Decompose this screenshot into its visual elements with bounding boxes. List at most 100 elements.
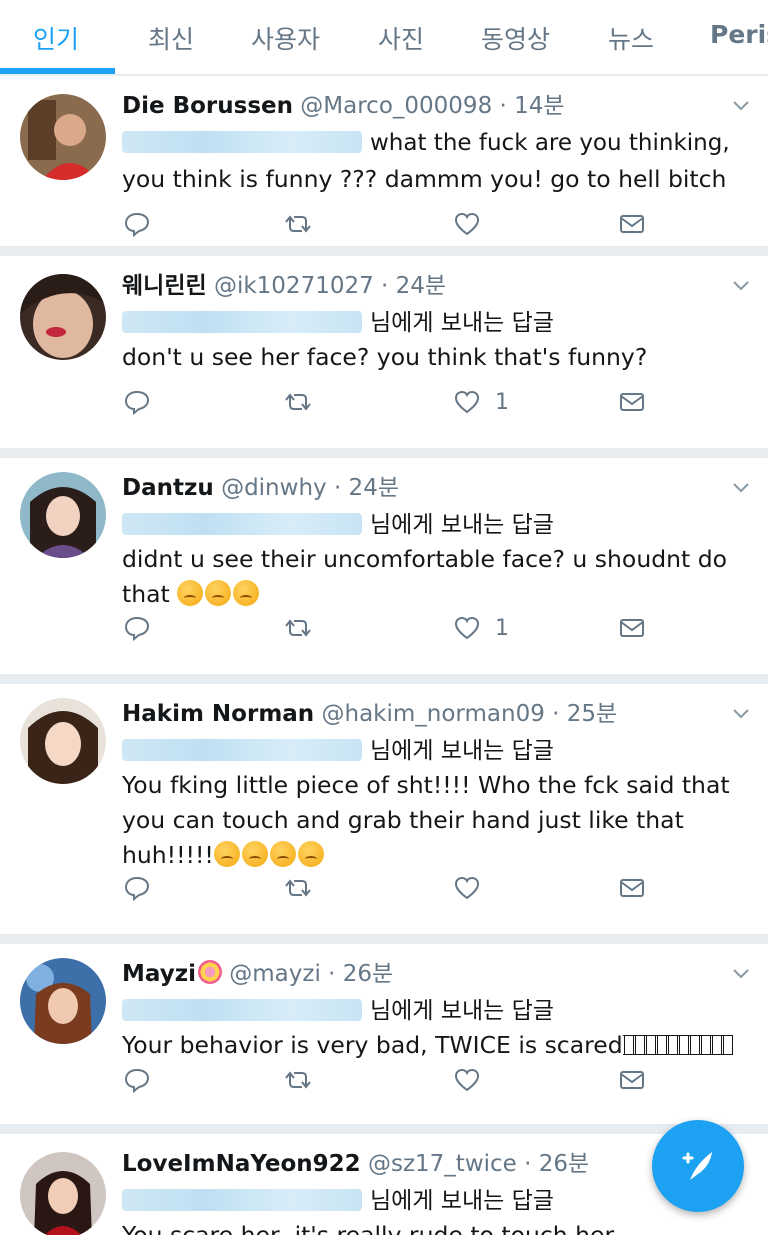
like-icon [454, 390, 480, 414]
retweet-icon [285, 879, 311, 897]
like-button[interactable] [453, 1062, 495, 1098]
tweet-actions [0, 206, 768, 242]
like-button[interactable]: 1 [453, 384, 509, 420]
display-name[interactable]: Dantzu [122, 475, 214, 501]
avatar[interactable] [20, 698, 106, 784]
display-name[interactable]: Hakim Norman [122, 701, 314, 727]
tweet[interactable]: Mayzi @mayzi · 26분 님에게 보내는 답글 Your behav… [0, 944, 768, 1134]
like-button[interactable]: 1 [453, 610, 509, 646]
tweet-text: don't u see her face? you think that's f… [122, 343, 648, 371]
like-count: 1 [495, 389, 509, 415]
retweet-icon [285, 215, 311, 233]
tweet[interactable]: Dantzu @dinwhy · 24분 님에게 보내는 답글 didnt u … [0, 458, 768, 684]
reply-button[interactable] [123, 1062, 151, 1098]
like-icon [454, 616, 480, 640]
chevron-down-icon[interactable] [730, 962, 752, 984]
tweet-actions [0, 1062, 768, 1098]
direct-message-icon [620, 393, 644, 411]
retweet-icon [285, 393, 311, 411]
retweet-icon [285, 1071, 311, 1089]
reply-to-line: 님에게 보내는 답글 [122, 508, 554, 542]
like-count: 1 [495, 615, 509, 641]
like-button[interactable] [453, 206, 495, 242]
lollipop-emoji [197, 960, 222, 984]
chevron-down-icon[interactable] [730, 94, 752, 116]
direct-message-button[interactable] [618, 610, 646, 646]
direct-message-icon [620, 619, 644, 637]
like-button[interactable] [453, 870, 495, 906]
reply-button[interactable] [123, 870, 151, 906]
display-name[interactable]: Die Borussen [122, 93, 293, 119]
tweet-text: You fking little piece of sht!!!! Who th… [122, 768, 752, 877]
direct-message-button[interactable] [618, 1062, 646, 1098]
tweet-text: You scare her, it's really rude to touch… [122, 1221, 615, 1235]
avatar[interactable] [20, 1152, 106, 1235]
like-icon [454, 212, 480, 236]
blurred-username [122, 131, 362, 153]
tweet[interactable]: 웨니린린 @ik10271027 · 24분 님에게 보내는 답글 don't … [0, 256, 768, 458]
reply-icon [124, 876, 150, 902]
reply-button[interactable] [123, 384, 151, 420]
direct-message-icon [620, 215, 644, 233]
tab-periscope[interactable]: Peris [710, 20, 768, 49]
reply-button[interactable] [123, 610, 151, 646]
tweet-header: Mayzi @mayzi · 26분 [122, 958, 393, 990]
compose-tweet-button[interactable] [652, 1120, 744, 1212]
tab-news[interactable]: 뉴스 [608, 20, 654, 56]
blurred-username [122, 999, 362, 1021]
active-tab-indicator [0, 68, 115, 74]
avatar[interactable] [20, 958, 106, 1044]
tab-popular[interactable]: 인기 [33, 20, 79, 56]
reply-to-line: 님에게 보내는 답글 [122, 994, 554, 1028]
unrendered-emoji-boxes [622, 1035, 733, 1055]
handle-time: @mayzi · 26분 [229, 961, 394, 987]
chevron-down-icon[interactable] [730, 476, 752, 498]
tweet[interactable]: Hakim Norman @hakim_norman09 · 25분 님에게 보… [0, 684, 768, 944]
tweet-text: didnt u see their uncomfortable face? u … [122, 542, 752, 616]
handle-time: @sz17_twice · 26분 [367, 1151, 590, 1177]
avatar[interactable] [20, 94, 106, 180]
tweet[interactable]: Die Borussen @Marco_000098 · 14분 what th… [0, 76, 768, 256]
tab-photos[interactable]: 사진 [378, 20, 424, 56]
blurred-username [122, 513, 362, 535]
blurred-username [122, 311, 362, 333]
tweet-actions: 1 [0, 384, 768, 420]
tab-people[interactable]: 사용자 [251, 20, 320, 56]
handle-time: @Marco_000098 · 14분 [300, 93, 565, 119]
avatar[interactable] [20, 274, 106, 360]
tab-videos[interactable]: 동영상 [481, 20, 550, 56]
direct-message-button[interactable] [618, 384, 646, 420]
retweet-button[interactable] [284, 870, 312, 906]
direct-message-button[interactable] [618, 206, 646, 242]
handle-time: @hakim_norman09 · 25분 [321, 701, 618, 727]
direct-message-button[interactable] [618, 870, 646, 906]
avatar[interactable] [20, 472, 106, 558]
retweet-icon [285, 619, 311, 637]
tweet-feed: Die Borussen @Marco_000098 · 14분 what th… [0, 76, 768, 1235]
chevron-down-icon[interactable] [730, 702, 752, 724]
tweet-header: Hakim Norman @hakim_norman09 · 25분 [122, 698, 617, 730]
reply-icon [124, 390, 150, 416]
compose-tweet-icon [682, 1152, 712, 1180]
reply-button[interactable] [123, 206, 151, 242]
tweet-text: you think is funny ??? dammm you! go to … [122, 165, 727, 193]
tweet-actions: 1 [0, 610, 768, 646]
retweet-button[interactable] [284, 610, 312, 646]
reply-icon [124, 1068, 150, 1094]
retweet-button[interactable] [284, 206, 312, 242]
display-name[interactable]: Mayzi [122, 961, 196, 987]
retweet-button[interactable] [284, 384, 312, 420]
chevron-down-icon[interactable] [730, 274, 752, 296]
tweet[interactable]: LoveImNaYeon922 @sz17_twice · 26분 님에게 보내… [0, 1134, 768, 1235]
display-name[interactable]: 웨니린린 [122, 273, 207, 299]
tweet-header: LoveImNaYeon922 @sz17_twice · 26분 [122, 1148, 589, 1180]
reply-icon [124, 212, 150, 238]
tab-latest[interactable]: 최신 [148, 20, 194, 56]
display-name[interactable]: LoveImNaYeon922 [122, 1151, 361, 1177]
blurred-username [122, 1189, 362, 1211]
handle-time: @dinwhy · 24분 [221, 475, 399, 501]
tweet-text-line-1: what the fuck are you thinking, [122, 126, 730, 160]
retweet-button[interactable] [284, 1062, 312, 1098]
like-icon [454, 876, 480, 900]
tweet-header: Die Borussen @Marco_000098 · 14분 [122, 90, 565, 122]
